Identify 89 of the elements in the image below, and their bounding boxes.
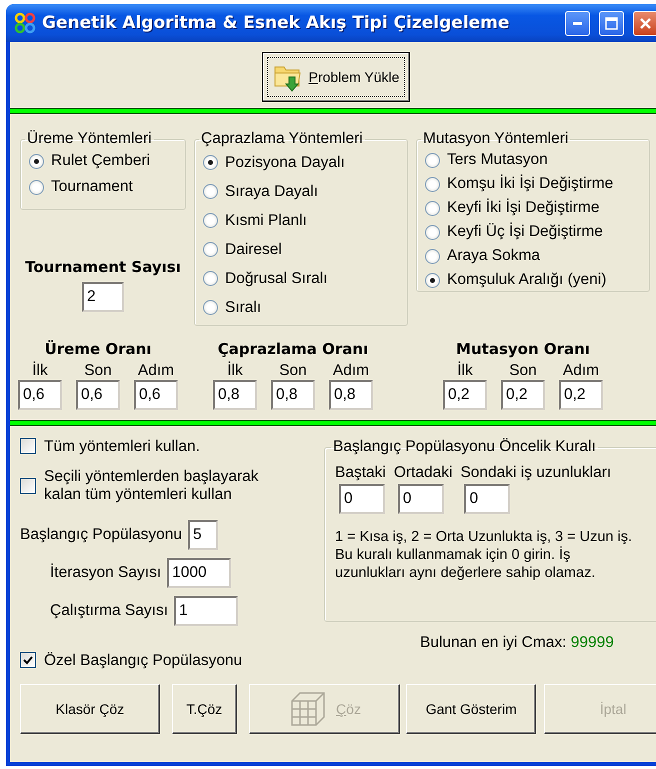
section-title: Üreme Oranı [44, 340, 152, 358]
section-title: Çaprazlama Oranı [218, 340, 368, 358]
field-label: Baştaki [335, 464, 386, 482]
field-label: Son [279, 362, 307, 380]
input-field[interactable]: 5 [188, 520, 218, 550]
radio-label[interactable]: Komşu İki İşi Değiştirme [447, 175, 614, 193]
radio-button[interactable] [29, 180, 44, 194]
radio-button[interactable] [425, 272, 440, 288]
check-icon [23, 656, 33, 664]
checkbox[interactable] [20, 652, 36, 668]
input-field[interactable]: 0,6 [76, 380, 120, 410]
rule-note: 1 = Kısa iş, 2 = Orta Uzunlukta iş, 3 = Uzun iş. Bu kuralı kullanmamak için 0 girin. İş uzunlukları aynı değerlere sahip olamaz. [335, 528, 633, 582]
radio-label[interactable]: Keyfi Üç İşi Değiştirme [447, 223, 603, 241]
input-field[interactable]: 1 [174, 596, 238, 626]
field-label: Ortadaki [394, 464, 452, 482]
checkbox[interactable] [20, 478, 36, 494]
field-label: Adım [138, 362, 174, 380]
radio-label[interactable]: Doğrusal Sıralı [225, 270, 328, 288]
radio-button[interactable] [203, 271, 218, 286]
input-field[interactable]: 0,2 [501, 380, 545, 410]
close-button[interactable] [633, 10, 656, 36]
field-label: İlk [457, 362, 473, 380]
radio-button[interactable] [29, 154, 44, 168]
checkbox-label[interactable]: Tüm yöntemleri kullan. [44, 438, 200, 456]
action-button[interactable]: T.Çöz [172, 684, 237, 734]
result-label: Bulunan en iyi Cmax: [420, 634, 566, 651]
radio-button[interactable] [425, 176, 440, 192]
radio-button[interactable] [203, 300, 218, 315]
app-icon [14, 12, 36, 34]
action-button[interactable]: Gant Gösterim [406, 684, 536, 734]
radio-button[interactable] [425, 152, 440, 168]
input-field[interactable]: 0,8 [329, 380, 373, 410]
radio-label[interactable]: Araya Sokma [447, 247, 540, 265]
radio-label[interactable]: Sıraya Dayalı [225, 182, 318, 200]
checkbox[interactable] [20, 438, 36, 454]
field-label: Tournament Sayısı [25, 258, 181, 276]
input-field[interactable]: 2 [82, 282, 124, 312]
group-title: Başlangıç Popülasyonu Öncelik Kuralı [332, 438, 597, 456]
radio-button[interactable] [425, 200, 440, 216]
radio-label[interactable]: Sıralı [225, 298, 262, 316]
input-field[interactable]: 0,6 [134, 380, 178, 410]
radio-label[interactable]: Tournament [51, 178, 133, 196]
radio-button[interactable] [425, 224, 440, 240]
field-label: Çalıştırma Sayısı [50, 602, 168, 620]
section-title: Mutasyon Oranı [456, 340, 590, 358]
checkbox-label[interactable]: Özel Başlangıç Popülasyonu [44, 652, 242, 670]
input-field[interactable]: 1000 [167, 558, 232, 588]
field-label: Adım [332, 362, 370, 380]
maximize-button[interactable] [599, 10, 624, 36]
radio-label[interactable]: Pozisyona Dayalı [225, 154, 345, 172]
radio-label[interactable]: Dairesel [225, 240, 282, 258]
group-title: Üreme Yöntemleri [26, 130, 153, 148]
field-label: İlk [32, 362, 48, 380]
input-field[interactable]: 0 [398, 484, 444, 514]
radio-button[interactable] [425, 248, 440, 264]
radio-label[interactable]: Kısmi Planlı [225, 212, 307, 230]
radio-button[interactable] [203, 213, 218, 228]
field-label: Adım [562, 362, 600, 380]
field-label: Sondaki iş uzunlukları [460, 464, 612, 482]
field-label: Başlangıç Popülasyonu [20, 526, 182, 544]
input-field[interactable]: 0 [464, 484, 510, 514]
minimize-icon [573, 22, 582, 24]
field-label: Son [84, 362, 112, 380]
input-field[interactable]: 0 [339, 484, 385, 514]
result-value: 99999 [570, 634, 614, 651]
group-title: Çaprazlama Yöntemleri [200, 130, 364, 148]
radio-label[interactable]: Rulet Çemberi [51, 152, 150, 170]
input-field[interactable]: 0,2 [559, 380, 603, 410]
window-title: Genetik Algoritma & Esnek Akış Tipi Çizelgeleme [42, 13, 510, 33]
input-field[interactable]: 0,8 [213, 380, 257, 410]
field-label: İterasyon Sayısı [50, 564, 162, 582]
input-field[interactable]: 0,8 [271, 380, 315, 410]
close-icon [639, 16, 652, 30]
checkbox-label[interactable]: Seçili yöntemlerden başlayarak kalan tüm yöntemleri kullan [44, 468, 284, 504]
action-button[interactable]: Klasör Çöz [20, 684, 160, 734]
group-title: Mutasyon Yöntemleri [422, 130, 570, 148]
radio-button[interactable] [203, 155, 218, 170]
field-label: Son [509, 362, 537, 380]
input-field[interactable]: 0,2 [443, 380, 487, 410]
maximize-icon [605, 16, 618, 30]
radio-label[interactable]: Komşuluk Aralığı (yeni) [447, 271, 606, 289]
load-problem-button[interactable]: Problem Yükle [262, 52, 410, 102]
radio-label[interactable]: Ters Mutasyon [447, 151, 548, 169]
radio-button[interactable] [203, 242, 218, 257]
input-field[interactable]: 0,6 [18, 380, 62, 410]
radio-label[interactable]: Keyfi İki İşi Değiştirme [447, 199, 600, 217]
radio-button[interactable] [203, 184, 218, 199]
minimize-button[interactable] [565, 10, 590, 36]
field-label: İlk [227, 362, 243, 380]
